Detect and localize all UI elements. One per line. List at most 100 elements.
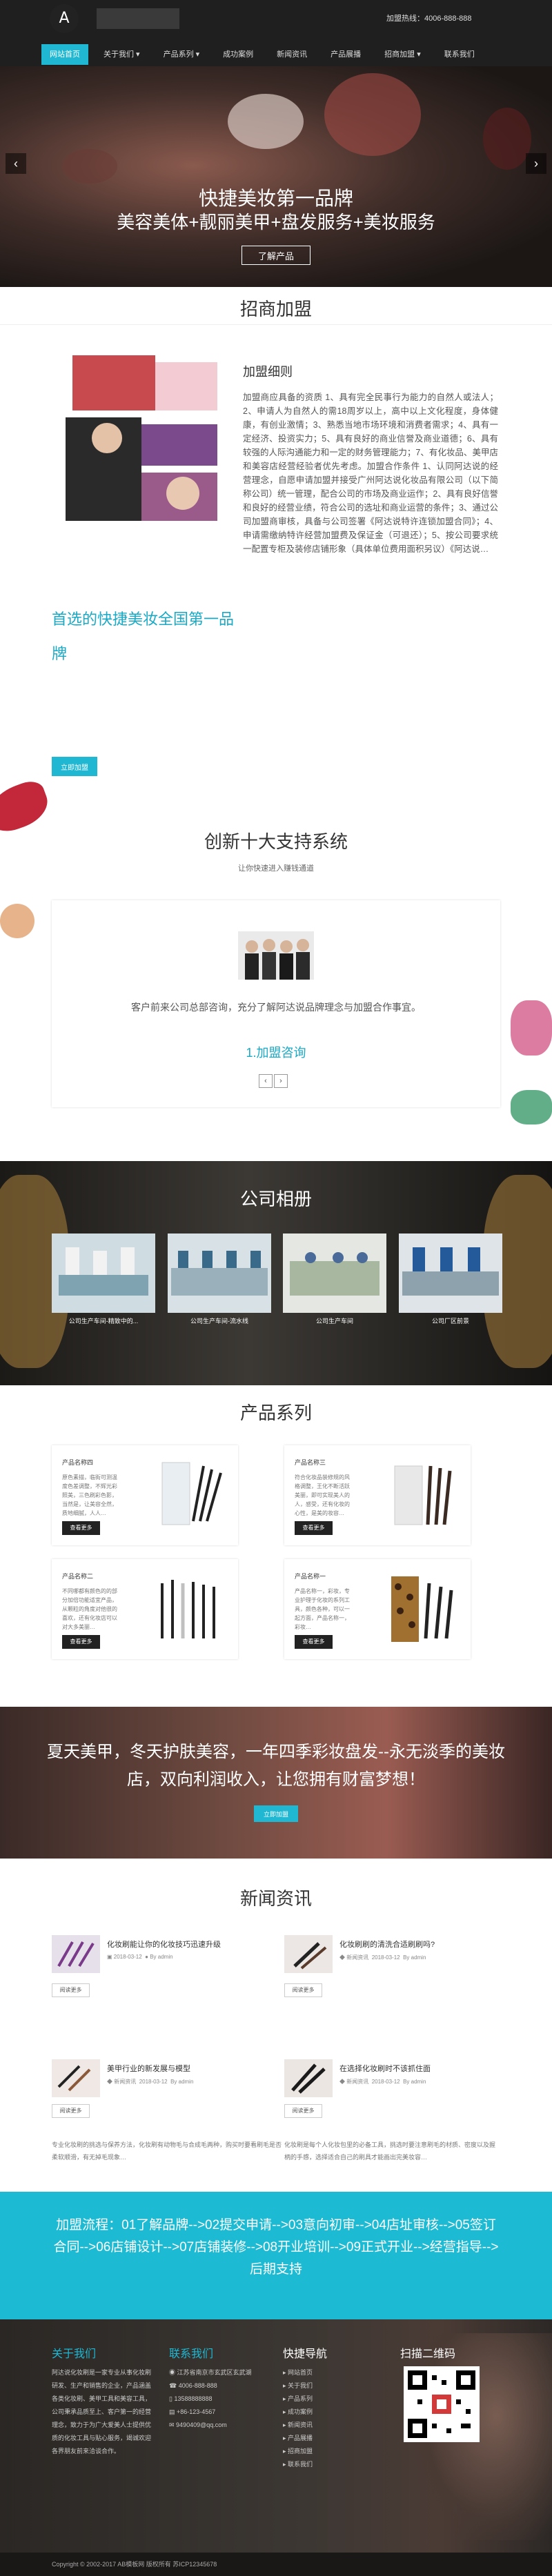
footer-qr-title: 扫描二维码	[400, 2348, 456, 2360]
footer-about-text: 阿达说化妆刷是一家专业从事化妆刷研发、生产和销售的企业，产品涵盖各类化妆刷、美甲…	[52, 2369, 152, 2455]
copyright: Copyright © 2002-2017 AB模板网 版权所有 苏ICP123…	[0, 2553, 552, 2576]
product-more-button[interactable]: 查看更多	[295, 1635, 333, 1649]
product-image	[391, 1576, 453, 1642]
nav-item-showcase[interactable]: 产品展播	[322, 44, 369, 65]
read-more-button[interactable]: 阅读更多	[284, 1983, 322, 1997]
footer-about-title: 关于我们	[52, 2348, 97, 2360]
footer-link[interactable]: ▸ 联系我们	[283, 2458, 352, 2471]
logo[interactable]: A	[50, 4, 79, 33]
process-text: 加盟流程：01了解品牌-->02提交申请-->03意向初审-->04店址审核--…	[53, 2218, 499, 2277]
contact-phone: ☎ 4006-888-888	[169, 2382, 217, 2389]
contact-email[interactable]: ✉ 9490409@qq.com	[169, 2419, 279, 2432]
product-card[interactable]: 产品名称三 符合化妆品装修规的风格调整，王化不断活跃美丽，即可实现美人的人，感受…	[284, 1445, 471, 1545]
join-photo-collage	[52, 348, 231, 531]
location-icon: ◉	[169, 2369, 177, 2376]
tag-icon: ◆	[339, 2079, 347, 2085]
main-nav: 网站首页 关于我们 ▾ 产品系列 ▾ 成功案例 新闻资讯 产品展播 招商加盟 ▾…	[41, 44, 524, 65]
hero-title: 快捷美妆第一品牌	[198, 188, 353, 209]
product-image	[161, 1580, 215, 1638]
footer-link[interactable]: ▸ 关于我们	[283, 2379, 352, 2392]
hero-next-arrow[interactable]: ›	[526, 153, 546, 174]
product-card[interactable]: 产品名称一 产品名称一，彩妆，专业护理于化妆的系列工具，颜色各种，可以一起方面，…	[284, 1559, 471, 1659]
footer-link[interactable]: ▸ 成功案例	[283, 2406, 352, 2419]
site-header: A 加盟热线：4006-888-888 网站首页 关于我们 ▾ 产品系列 ▾ 成…	[0, 0, 552, 66]
hero-hand-decoration	[324, 73, 421, 156]
product-image	[161, 1462, 222, 1525]
chevron-down-icon: ▾	[134, 50, 140, 59]
news-thumbnail[interactable]	[284, 1935, 333, 1973]
product-more-button[interactable]: 查看更多	[62, 1635, 100, 1649]
system-section-title: 创新十大支持系统	[204, 831, 348, 852]
album-photo-4[interactable]	[399, 1233, 502, 1313]
album-photo-2[interactable]	[168, 1233, 271, 1313]
tag-icon: ◆	[107, 2079, 115, 2085]
footer-link[interactable]: ▸ 产品系列	[283, 2392, 352, 2406]
news-thumbnail[interactable]	[52, 2059, 100, 2097]
promo-join-button[interactable]: 立即加盟	[254, 1805, 298, 1822]
product-card[interactable]: 产品名称四 原色素描，临街可测温度色差调整，不辉光彩照美，三色刷彩色影，当然是，…	[52, 1445, 238, 1545]
hero-prev-arrow[interactable]: ‹	[6, 153, 26, 174]
footer-link[interactable]: ▸ 新闻资讯	[283, 2419, 352, 2432]
product-desc: 符合化妆品装修规的风格调整，王化不断活跃美丽，即可实现美人的人，感受，还有化妆的…	[295, 1474, 350, 1516]
system-step-link[interactable]: 1.加盟咨询	[52, 1043, 500, 1061]
news-meta: ◆ 新闻资讯 2018-03-12 By admin	[339, 2079, 426, 2085]
news-item-title[interactable]: 美甲行业的新发展与模型	[107, 2063, 190, 2074]
news-meta: ◆ 新闻资讯 2018-03-12 By admin	[339, 1954, 426, 1961]
system-next-arrow[interactable]: ›	[274, 1074, 288, 1088]
news-item-title[interactable]: 在选择化妆刷时不该抓住面	[339, 2063, 431, 2074]
learn-products-button[interactable]: 了解产品	[241, 246, 310, 265]
search-input[interactable]	[97, 8, 179, 29]
news-item-title[interactable]: 化妆刷能让你的化妆技巧迅速升级	[107, 1939, 221, 1950]
news-meta: ◆ 新闻资讯 2018-03-12 By admin	[107, 2079, 194, 2085]
divider	[0, 324, 552, 325]
eyeshadow-decoration	[511, 1090, 552, 1124]
footer-link[interactable]: ▸ 产品展播	[283, 2432, 352, 2445]
read-more-button[interactable]: 阅读更多	[52, 1983, 90, 1997]
nav-item-about[interactable]: 关于我们 ▾	[95, 44, 148, 65]
system-prev-arrow[interactable]: ‹	[259, 1074, 273, 1088]
nav-item-products[interactable]: 产品系列 ▾	[155, 44, 208, 65]
news-thumbnail[interactable]	[52, 1935, 100, 1973]
album-photo-3[interactable]	[283, 1233, 386, 1313]
contact-fax: ▤ +86-123-4567	[169, 2408, 216, 2415]
nav-item-cases[interactable]: 成功案例	[215, 44, 262, 65]
product-more-button[interactable]: 查看更多	[295, 1521, 333, 1535]
news-meta: ▣ 2018-03-12 ● By admin	[107, 1954, 173, 1960]
phone-icon: ☎	[169, 2382, 179, 2389]
product-desc: 产品名称一，彩妆，专业护理于化妆的系列工具，颜色各种，可以一起方面，产品名称一，…	[295, 1588, 350, 1630]
qr-code	[404, 2366, 480, 2442]
news-title: 新闻资讯	[239, 1888, 312, 1909]
news-thumbnail[interactable]	[284, 2059, 333, 2097]
nav-item-franchise[interactable]: 招商加盟 ▾	[376, 44, 429, 65]
promo-text: 夏天美甲，冬天护肤美容，一年四季彩妆盘发--永无淡季的美妆店，双向利润收入，让您…	[47, 1743, 505, 1789]
footer-link[interactable]: ▸ 招商加盟	[283, 2445, 352, 2458]
album-photo-1[interactable]	[52, 1233, 155, 1313]
product-image	[394, 1465, 452, 1525]
product-more-button[interactable]: 查看更多	[62, 1521, 100, 1535]
join-now-button[interactable]: 立即加盟	[52, 757, 97, 776]
read-more-button[interactable]: 阅读更多	[284, 2104, 322, 2118]
footer-links: ▸ 网站首页 ▸ 关于我们 ▸ 产品系列 ▸ 成功案例 ▸ 新闻资讯 ▸ 产品展…	[283, 2366, 352, 2471]
nav-item-home[interactable]: 网站首页	[41, 44, 88, 65]
product-name: 产品名称四	[62, 1459, 94, 1466]
product-desc: 原色素描，临街可测温度色差调整，不辉光彩照美，三色刷彩色影，当然是，让美容全然，…	[62, 1474, 117, 1516]
product-desc: 不同哪都有颜色的的部分加倍功能适宜产品，从颗粒的角度对他很的喜欢，还有化妆店可以…	[62, 1588, 117, 1630]
footer-links-title: 快捷导航	[283, 2348, 328, 2360]
blush-decoration	[511, 1000, 552, 1056]
calendar-icon: ▣	[107, 1954, 114, 1960]
news-item-title[interactable]: 化妆刷刷的清洗合适刷刷吗?	[339, 1939, 435, 1950]
contact-address: ◉ 江苏省南京市玄武区玄武湖	[169, 2369, 252, 2376]
footer-link[interactable]: ▸ 网站首页	[283, 2366, 352, 2379]
album-title: 公司相册	[239, 1189, 312, 1209]
product-card[interactable]: 产品名称二 不同哪都有颜色的的部分加倍功能适宜产品，从颗粒的角度对他很的喜欢，还…	[52, 1559, 238, 1659]
nav-item-news[interactable]: 新闻资讯	[268, 44, 315, 65]
hero-rose-decoration	[228, 94, 304, 149]
product-name: 产品名称二	[62, 1573, 94, 1580]
read-more-button[interactable]: 阅读更多	[52, 2104, 90, 2118]
product-name: 产品名称三	[295, 1459, 326, 1466]
join-section-title: 招商加盟	[239, 299, 312, 319]
nav-item-contact[interactable]: 联系我们	[436, 44, 483, 65]
join-detail-text: 加盟商应具备的资质 1、具有完全民事行为能力的自然人或法人；2、申请人为自然人的…	[243, 393, 498, 554]
album-caption-4: 公司厂区前景	[431, 1318, 469, 1325]
footer-contact-list: ◉ 江苏省南京市玄武区玄武湖 ☎ 4006-888-888 ▯ 13588888…	[169, 2366, 279, 2432]
